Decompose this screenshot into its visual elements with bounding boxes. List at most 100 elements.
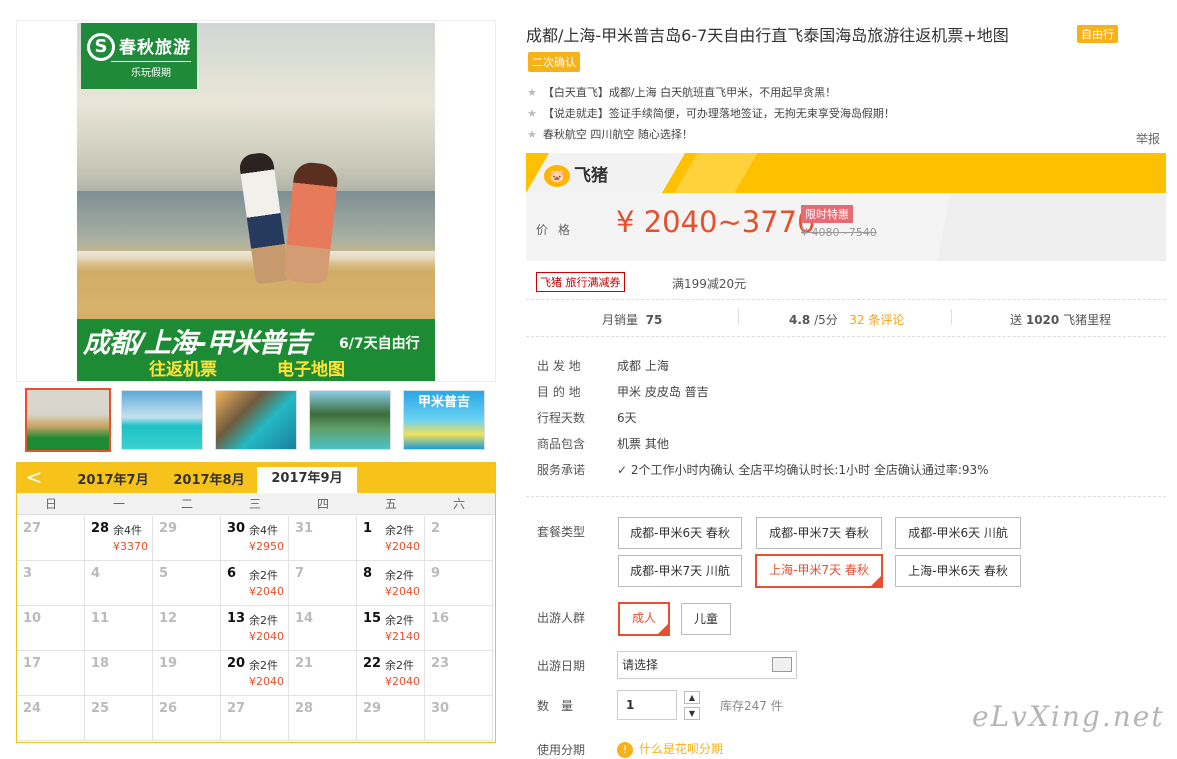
calendar-day[interactable]: 6 余2件 ¥2040	[221, 561, 289, 606]
miles-reward: 送 1020 飞猪里程	[1010, 311, 1111, 328]
day-number: 17	[23, 656, 42, 671]
package-option-2[interactable]: 成都-甲米7天 春秋	[756, 517, 882, 549]
qty-down-icon[interactable]: ▼	[684, 707, 700, 720]
star-icon: ★	[527, 128, 537, 141]
weekday-6: 六	[452, 497, 465, 511]
fliggy-logo: 🐷 飞猪	[544, 161, 608, 187]
day-number: 1	[363, 521, 373, 536]
month-tab-sep[interactable]: 2017年9月	[257, 467, 357, 493]
month-tab-aug[interactable]: 2017年8月	[161, 469, 257, 493]
thumbnail-1[interactable]	[25, 388, 111, 452]
calendar-day[interactable]: 30 余4件 ¥2950	[221, 516, 289, 561]
day-number: 7	[295, 566, 305, 581]
date-input[interactable]: 请选择	[617, 651, 797, 679]
weekday-5: 五	[384, 497, 397, 511]
price-range: ¥ 2040~3770	[616, 205, 816, 239]
day-price: ¥2040	[385, 585, 420, 598]
free-travel-tag: 自由行	[1077, 25, 1118, 43]
calendar-day: 27	[17, 516, 85, 561]
departure-value: 成都 上海	[617, 359, 669, 373]
calendar-day: 23	[425, 651, 493, 696]
calendar-day: 12	[153, 606, 221, 651]
calendar-day[interactable]: 22 余2件 ¥2040	[357, 651, 425, 696]
calendar-day: 19	[153, 651, 221, 696]
calendar-grid: 27 28 余4件 ¥3370 29 30 余4件 ¥2950 31 1 余2件 ¥2040 2 3 4 5 6…	[17, 516, 495, 742]
days-value: 6天	[617, 411, 637, 425]
calendar-day: 2	[425, 516, 493, 561]
logo-slogan: 乐玩假期	[111, 61, 191, 79]
package-option-5[interactable]: 上海-甲米7天 春秋	[755, 554, 883, 588]
report-link[interactable]: 举报	[1136, 130, 1160, 147]
thumbnail-3[interactable]	[215, 390, 297, 450]
day-number: 23	[431, 656, 450, 671]
feature-2-text: 【说走就走】签证手续简便，可办理落地签证，无拘无束享受海岛假期！	[542, 107, 895, 120]
calendar-day: 31	[289, 516, 357, 561]
coupon-badge[interactable]: 飞猪 旅行满减券	[536, 272, 625, 292]
package-option-4[interactable]: 成都-甲米7天 川航	[618, 555, 742, 587]
day-stock: 余2件	[249, 659, 278, 672]
thumbnail-4[interactable]	[309, 390, 391, 450]
day-number: 25	[91, 701, 110, 716]
review-count-link[interactable]: 32 条评论	[849, 313, 904, 327]
day-stock: 余2件	[249, 614, 278, 627]
day-number: 8	[363, 566, 373, 581]
package-option-6[interactable]: 上海-甲米6天 春秋	[895, 555, 1021, 587]
package-option-3[interactable]: 成都-甲米6天 川航	[895, 517, 1021, 549]
service-value-text: 2个工作小时内确认 全店平均确认时长:1小时 全店确认通过率:93%	[630, 463, 989, 477]
package-option-1[interactable]: 成都-甲米6天 春秋	[618, 517, 742, 549]
calendar-day: 18	[85, 651, 153, 696]
main-product-image[interactable]: S 春秋旅游 乐玩假期 成都/上海-甲米普吉 6/7天自由行 往返机票 电子地图	[77, 23, 435, 381]
calendar-day: 5	[153, 561, 221, 606]
calendar-day[interactable]: 15 余2件 ¥2140	[357, 606, 425, 651]
divider	[526, 299, 1166, 300]
rating: 4.8 /5分 32 条评论	[789, 311, 904, 328]
day-price: ¥2040	[249, 585, 284, 598]
day-stock: 余4件	[249, 524, 278, 537]
people-adult[interactable]: 成人	[618, 602, 670, 636]
day-number: 27	[23, 521, 42, 536]
calendar-day: 29	[357, 696, 425, 741]
calendar-day[interactable]: 28 余4件 ¥3370	[85, 516, 153, 561]
day-number: 15	[363, 611, 382, 626]
date-label: 出游日期	[537, 659, 586, 673]
day-number: 24	[23, 701, 42, 716]
calendar-day[interactable]: 13 余2件 ¥2040	[221, 606, 289, 651]
day-stock: 余2件	[385, 524, 414, 537]
day-number: 19	[159, 656, 178, 671]
original-price: ¥ 4080~7540	[801, 226, 877, 239]
calendar-day: 11	[85, 606, 153, 651]
calendar-prev-icon[interactable]: <	[19, 463, 49, 493]
calendar-day[interactable]: 1 余2件 ¥2040	[357, 516, 425, 561]
day-stock: 余4件	[113, 524, 142, 537]
installment-link[interactable]: 什么是花呗分期	[639, 742, 723, 756]
calendar-day: 26	[153, 696, 221, 741]
day-number: 26	[159, 701, 178, 716]
quantity-input[interactable]: 1	[617, 690, 677, 720]
monthly-sales-label: 月销量	[602, 313, 639, 327]
day-number: 10	[23, 611, 42, 626]
month-tab-jul[interactable]: 2017年7月	[65, 469, 161, 493]
thumbnail-2[interactable]	[121, 390, 203, 450]
installment-help[interactable]: ! 什么是花呗分期	[617, 740, 723, 758]
banner-ticket-text: 往返机票	[149, 360, 217, 380]
divider	[951, 309, 952, 325]
calendar-day[interactable]: 8 余2件 ¥2040	[357, 561, 425, 606]
day-number: 20	[227, 656, 246, 671]
calendar-day: 17	[17, 651, 85, 696]
day-number: 27	[227, 701, 246, 716]
watermark: eLvXing.net	[972, 700, 1165, 733]
thumbnail-5[interactable]: 甲米普吉	[403, 390, 485, 450]
calendar-icon[interactable]	[772, 657, 792, 672]
price-calendar: < 2017年7月 2017年8月 2017年9月 日一二三四五六 27 28 余4…	[16, 462, 496, 743]
people-child[interactable]: 儿童	[681, 603, 731, 635]
calendar-day: 24	[17, 696, 85, 741]
day-number: 2	[431, 521, 441, 536]
calendar-day[interactable]: 20 余2件 ¥2040	[221, 651, 289, 696]
day-price: ¥2040	[385, 675, 420, 688]
feature-3-text: 春秋航空 四川航空 随心选择！	[542, 128, 693, 141]
day-number: 29	[159, 521, 178, 536]
qty-up-icon[interactable]: ▲	[684, 691, 700, 704]
day-number: 6	[227, 566, 237, 581]
fliggy-bar: 🐷 飞猪	[526, 153, 1166, 193]
day-number: 12	[159, 611, 178, 626]
